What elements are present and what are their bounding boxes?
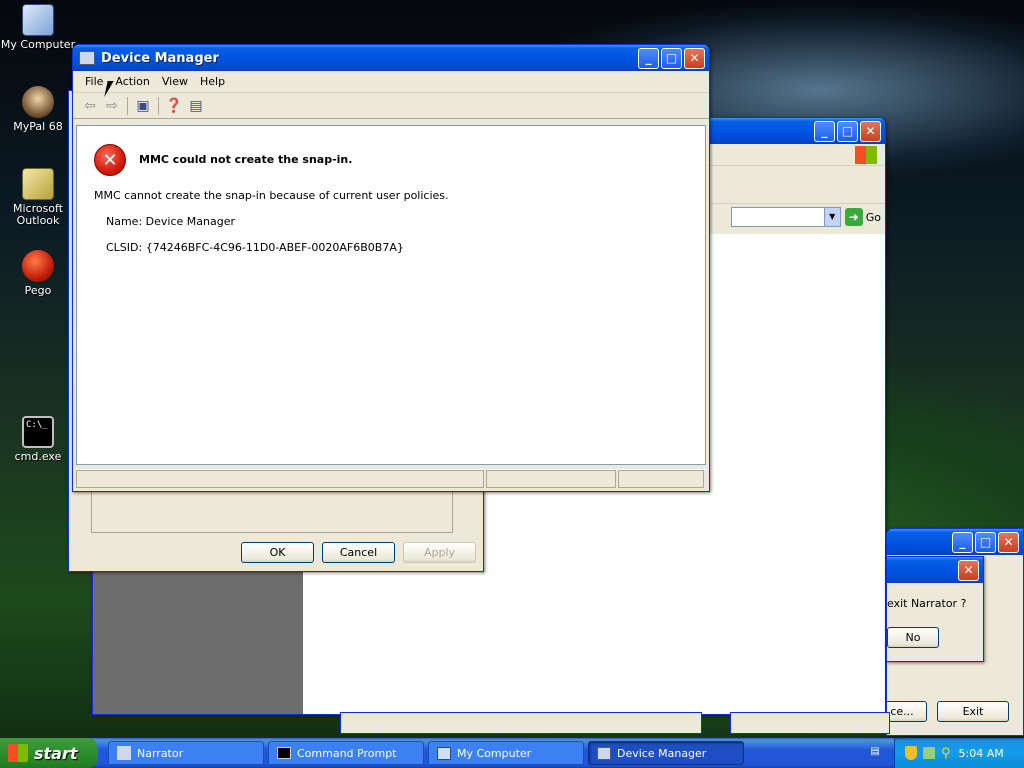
background-dialog-strip xyxy=(340,712,702,734)
snapin-name: Name: Device Manager xyxy=(106,215,235,228)
system-tray: ⚲ 5:04 AM xyxy=(894,738,1024,768)
menu-view[interactable]: View xyxy=(156,75,194,88)
network-icon[interactable] xyxy=(923,747,935,759)
narrator-icon xyxy=(117,746,131,760)
close-button[interactable]: ✕ xyxy=(998,531,1019,553)
desktop-icon-label: Pego xyxy=(24,284,52,297)
device-manager-titlebar[interactable]: Device Manager _ □ ✕ xyxy=(73,45,709,71)
outlook-icon xyxy=(22,168,54,200)
error-message: MMC cannot create the snap-in because of… xyxy=(94,189,449,202)
taskbar: start Narrator Command Prompt My Compute… xyxy=(0,738,1024,768)
help-icon[interactable]: ❓ xyxy=(163,96,185,116)
maximize-button[interactable]: □ xyxy=(837,120,858,142)
explorer-task-pane xyxy=(93,568,303,714)
taskbar-item-label: My Computer xyxy=(457,746,532,760)
windows-flag-icon xyxy=(8,744,28,762)
taskbar-item-label: Device Manager xyxy=(617,746,707,760)
exit-button[interactable]: Exit xyxy=(937,701,1009,722)
desktop-icon-label: Microsoft Outlook xyxy=(12,202,64,227)
exit-narrator-prompt: exit Narrator ? xyxy=(887,597,967,610)
status-pane xyxy=(76,470,484,488)
forward-arrow-icon: ⇨ xyxy=(106,97,118,114)
close-button[interactable]: ✕ xyxy=(860,120,881,142)
menu-help[interactable]: Help xyxy=(194,75,231,88)
taskbar-item-narrator[interactable]: Narrator xyxy=(108,741,264,765)
minimize-button[interactable]: _ xyxy=(952,531,973,553)
toolbar-separator xyxy=(158,96,159,115)
exit-narrator-dialog[interactable]: ✕ exit Narrator ? No xyxy=(886,556,984,662)
cancel-button[interactable]: Cancel xyxy=(322,542,395,563)
close-button[interactable]: ✕ xyxy=(684,47,705,69)
device-manager-icon xyxy=(597,746,611,760)
start-label: start xyxy=(34,743,78,763)
menu-file[interactable]: File xyxy=(79,75,109,88)
menu-action[interactable]: Action xyxy=(109,75,155,88)
action-pane-icon[interactable]: ▤ xyxy=(185,96,207,116)
taskbar-item-label: Narrator xyxy=(137,746,184,760)
mypal-icon xyxy=(22,86,54,118)
address-input[interactable]: ▼ xyxy=(730,207,841,227)
go-button[interactable]: ➜ Go xyxy=(844,208,881,226)
status-pane xyxy=(486,470,616,488)
taskbar-item-label: Command Prompt xyxy=(297,746,397,760)
taskbar-item-my-computer[interactable]: My Computer xyxy=(428,741,584,765)
apply-button: Apply xyxy=(403,542,476,563)
cmd-icon xyxy=(277,747,291,759)
search-icon[interactable]: ⚲ xyxy=(941,746,951,761)
maximize-button[interactable]: □ xyxy=(661,47,682,69)
snapin-clsid: CLSID: {74246BFC-4C96-11D0-ABEF-0020AF6B… xyxy=(106,241,404,254)
security-shield-icon[interactable] xyxy=(905,746,917,760)
desktop-icon-pego[interactable]: Pego xyxy=(0,250,76,297)
my-computer-icon xyxy=(22,4,54,36)
show-hidden-icons-button[interactable]: ▤ xyxy=(866,746,884,760)
desktop-icon-label: MyPal 68 xyxy=(13,120,63,133)
address-dropdown-button[interactable]: ▼ xyxy=(823,208,840,226)
toolbar: ⇦ ⇨ ▣ ❓ ▤ xyxy=(73,93,709,119)
error-title: MMC could not create the snap-in. xyxy=(139,153,353,166)
pego-icon xyxy=(22,250,54,282)
status-bar xyxy=(76,469,706,489)
device-manager-icon xyxy=(79,51,95,65)
desktop-icon-cmd[interactable]: C:\_ cmd.exe xyxy=(0,416,76,463)
cmd-icon: C:\_ xyxy=(22,416,54,448)
device-manager-window[interactable]: Device Manager _ □ ✕ File Action View He… xyxy=(72,44,710,492)
maximize-button[interactable]: □ xyxy=(975,531,996,553)
narrator-partial-button[interactable]: ce... xyxy=(887,701,927,722)
status-pane xyxy=(618,470,704,488)
go-label: Go xyxy=(865,210,881,224)
close-button[interactable]: ✕ xyxy=(958,559,979,581)
window-title: Device Manager xyxy=(101,50,219,66)
minimize-button[interactable]: _ xyxy=(814,120,835,142)
desktop-icon-label: cmd.exe xyxy=(14,450,62,463)
desktop-icon-label: My Computer xyxy=(0,38,76,51)
minimize-button[interactable]: _ xyxy=(638,47,659,69)
go-arrow-icon: ➜ xyxy=(844,208,863,226)
no-button[interactable]: No xyxy=(887,627,939,648)
snapin-error-panel: ✕ MMC could not create the snap-in. MMC … xyxy=(76,125,706,465)
computer-icon xyxy=(437,746,451,760)
windows-logo-icon xyxy=(855,145,877,164)
taskbar-item-command-prompt[interactable]: Command Prompt xyxy=(268,741,424,765)
show-hide-tree-icon[interactable]: ▣ xyxy=(132,96,154,116)
desktop-icon-mypal[interactable]: MyPal 68 xyxy=(0,86,76,133)
narrator-titlebar[interactable]: _ □ ✕ xyxy=(887,529,1023,555)
ok-button[interactable]: OK xyxy=(241,542,314,563)
desktop-icon-my-computer[interactable]: My Computer xyxy=(0,4,76,51)
toolbar-separator xyxy=(127,96,128,115)
back-arrow-icon: ⇦ xyxy=(84,97,96,114)
desktop-icon-outlook[interactable]: Microsoft Outlook xyxy=(0,168,76,227)
background-dialog-strip-2 xyxy=(730,712,890,734)
taskbar-item-device-manager[interactable]: Device Manager xyxy=(588,741,744,765)
menu-bar: File Action View Help xyxy=(73,71,709,93)
error-icon: ✕ xyxy=(94,144,126,176)
exit-dialog-titlebar[interactable]: ✕ xyxy=(887,557,983,583)
start-button[interactable]: start xyxy=(0,738,98,768)
clock: 5:04 AM xyxy=(958,746,1004,760)
